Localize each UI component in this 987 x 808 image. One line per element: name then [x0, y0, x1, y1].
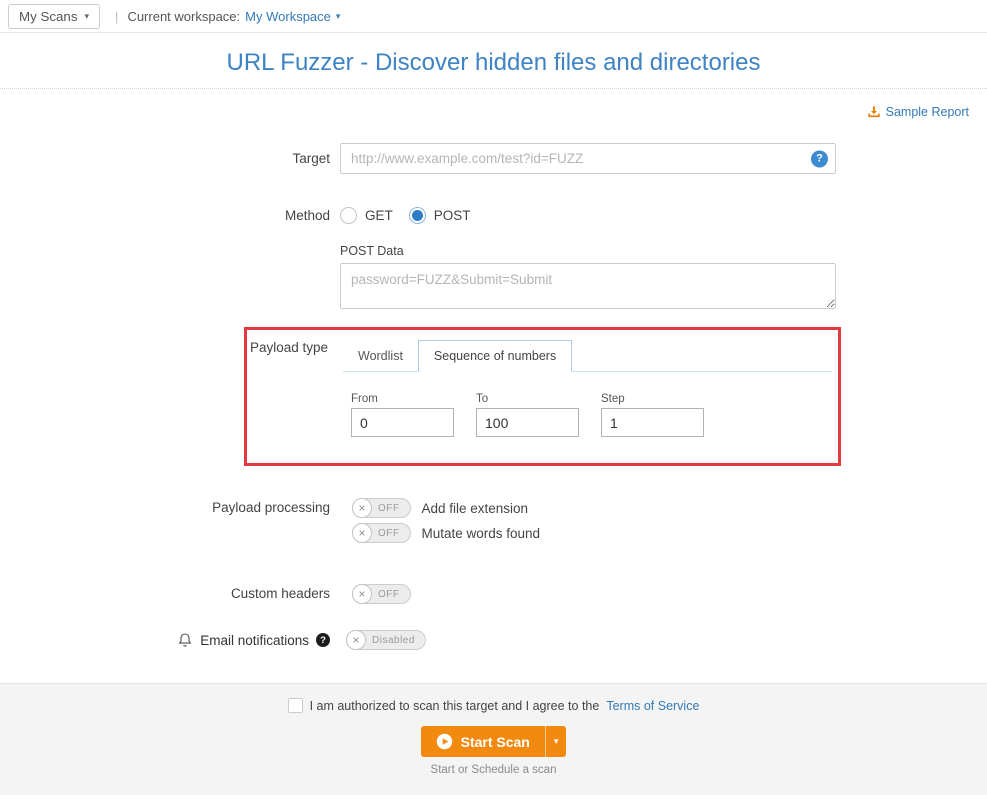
footer: I am authorized to scan this target and … [0, 683, 987, 795]
tab-sequence-of-numbers[interactable]: Sequence of numbers [418, 340, 572, 372]
toggle-line-add-file-extension: × OFF Add file extension [340, 498, 540, 518]
target-input[interactable] [340, 143, 836, 174]
step-label: Step [601, 393, 704, 405]
custom-headers-label: Custom headers [0, 584, 340, 604]
toggle-line-mutate-words: × OFF Mutate words found [340, 523, 540, 543]
to-label: To [476, 393, 579, 405]
start-scan-dropdown[interactable]: ▾ [545, 726, 567, 757]
toggle-x-icon: × [346, 630, 366, 650]
workspace-label: Current workspace: [127, 9, 240, 24]
method-option-get[interactable]: GET [340, 207, 393, 224]
custom-headers-toggle[interactable]: × OFF [352, 584, 411, 604]
sample-report-row: Sample Report [0, 89, 987, 122]
terms-of-service-link[interactable]: Terms of Service [606, 699, 699, 713]
from-field-group: From [351, 393, 454, 437]
radio-get-label: GET [365, 208, 393, 223]
help-icon[interactable]: ? [316, 633, 330, 647]
my-scans-dropdown[interactable]: My Scans ▾ [8, 4, 100, 29]
payload-processing-row: Payload processing × OFF Add file extens… [0, 498, 987, 548]
from-input[interactable] [351, 408, 454, 437]
radio-post-label: POST [434, 208, 471, 223]
toggle-state: OFF [378, 503, 400, 514]
payload-processing-label: Payload processing [0, 498, 340, 548]
toggle-state: Disabled [372, 635, 415, 646]
sequence-fields: From To Step [351, 393, 838, 437]
add-file-extension-toggle[interactable]: × OFF [352, 498, 411, 518]
top-bar: My Scans ▾ | Current workspace: My Works… [0, 0, 987, 33]
post-data-textarea[interactable] [340, 263, 836, 309]
chevron-down-icon: ▾ [336, 12, 341, 21]
radio-post-icon[interactable] [409, 207, 426, 224]
method-row: Method GET POST [0, 207, 987, 224]
toggle-x-icon: × [352, 523, 372, 543]
email-notifications-label: Email notifications [200, 633, 309, 648]
sample-report-label: Sample Report [886, 105, 969, 119]
step-field-group: Step [601, 393, 704, 437]
start-scan-button[interactable]: Start Scan [421, 726, 545, 757]
play-icon [436, 733, 453, 750]
post-data-block: POST Data [340, 244, 836, 312]
to-input[interactable] [476, 408, 579, 437]
toggle-state: OFF [378, 528, 400, 539]
mutate-words-label: Mutate words found [422, 526, 541, 541]
payload-tabs: Wordlist Sequence of numbers [343, 340, 832, 372]
toggle-state: OFF [378, 589, 400, 600]
workspace-selector[interactable]: My Workspace ▾ [245, 9, 340, 24]
custom-headers-row: Custom headers × OFF [0, 584, 987, 604]
payload-type-label: Payload type [250, 340, 328, 355]
tab-wordlist[interactable]: Wordlist [343, 341, 418, 371]
sample-report-link[interactable]: Sample Report [867, 105, 969, 119]
email-notifications-toggle[interactable]: × Disabled [346, 630, 426, 650]
chevron-down-icon: ▾ [85, 12, 90, 21]
divider-pipe: | [115, 9, 118, 24]
method-option-post[interactable]: POST [409, 207, 471, 224]
toggle-x-icon: × [352, 498, 372, 518]
from-label: From [351, 393, 454, 405]
authorization-checkbox[interactable] [288, 698, 303, 713]
help-icon[interactable]: ? [811, 150, 828, 167]
start-scan-split-button: Start Scan ▾ [421, 726, 567, 757]
target-row: Target ? [0, 143, 987, 174]
target-label: Target [0, 151, 340, 166]
my-scans-label: My Scans [19, 9, 78, 24]
email-notifications-row: Email notifications ? × Disabled [0, 630, 987, 650]
download-icon [867, 105, 881, 119]
post-data-label: POST Data [340, 244, 836, 258]
to-field-group: To [476, 393, 579, 437]
radio-get-icon[interactable] [340, 207, 357, 224]
bell-icon [177, 632, 193, 648]
page-title: URL Fuzzer - Discover hidden files and d… [0, 49, 987, 77]
start-scan-label: Start Scan [461, 734, 530, 750]
step-input[interactable] [601, 408, 704, 437]
add-file-extension-label: Add file extension [422, 501, 529, 516]
mutate-words-toggle[interactable]: × OFF [352, 523, 411, 543]
toggle-x-icon: × [352, 584, 372, 604]
workspace-name: My Workspace [245, 9, 331, 24]
consent-row: I am authorized to scan this target and … [0, 698, 987, 713]
highlight-box: Payload type Wordlist Sequence of number… [244, 327, 841, 466]
chevron-down-icon: ▾ [554, 736, 559, 747]
method-label: Method [0, 208, 340, 223]
start-scan-hint: Start or Schedule a scan [0, 764, 987, 776]
consent-text: I am authorized to scan this target and … [310, 699, 600, 713]
